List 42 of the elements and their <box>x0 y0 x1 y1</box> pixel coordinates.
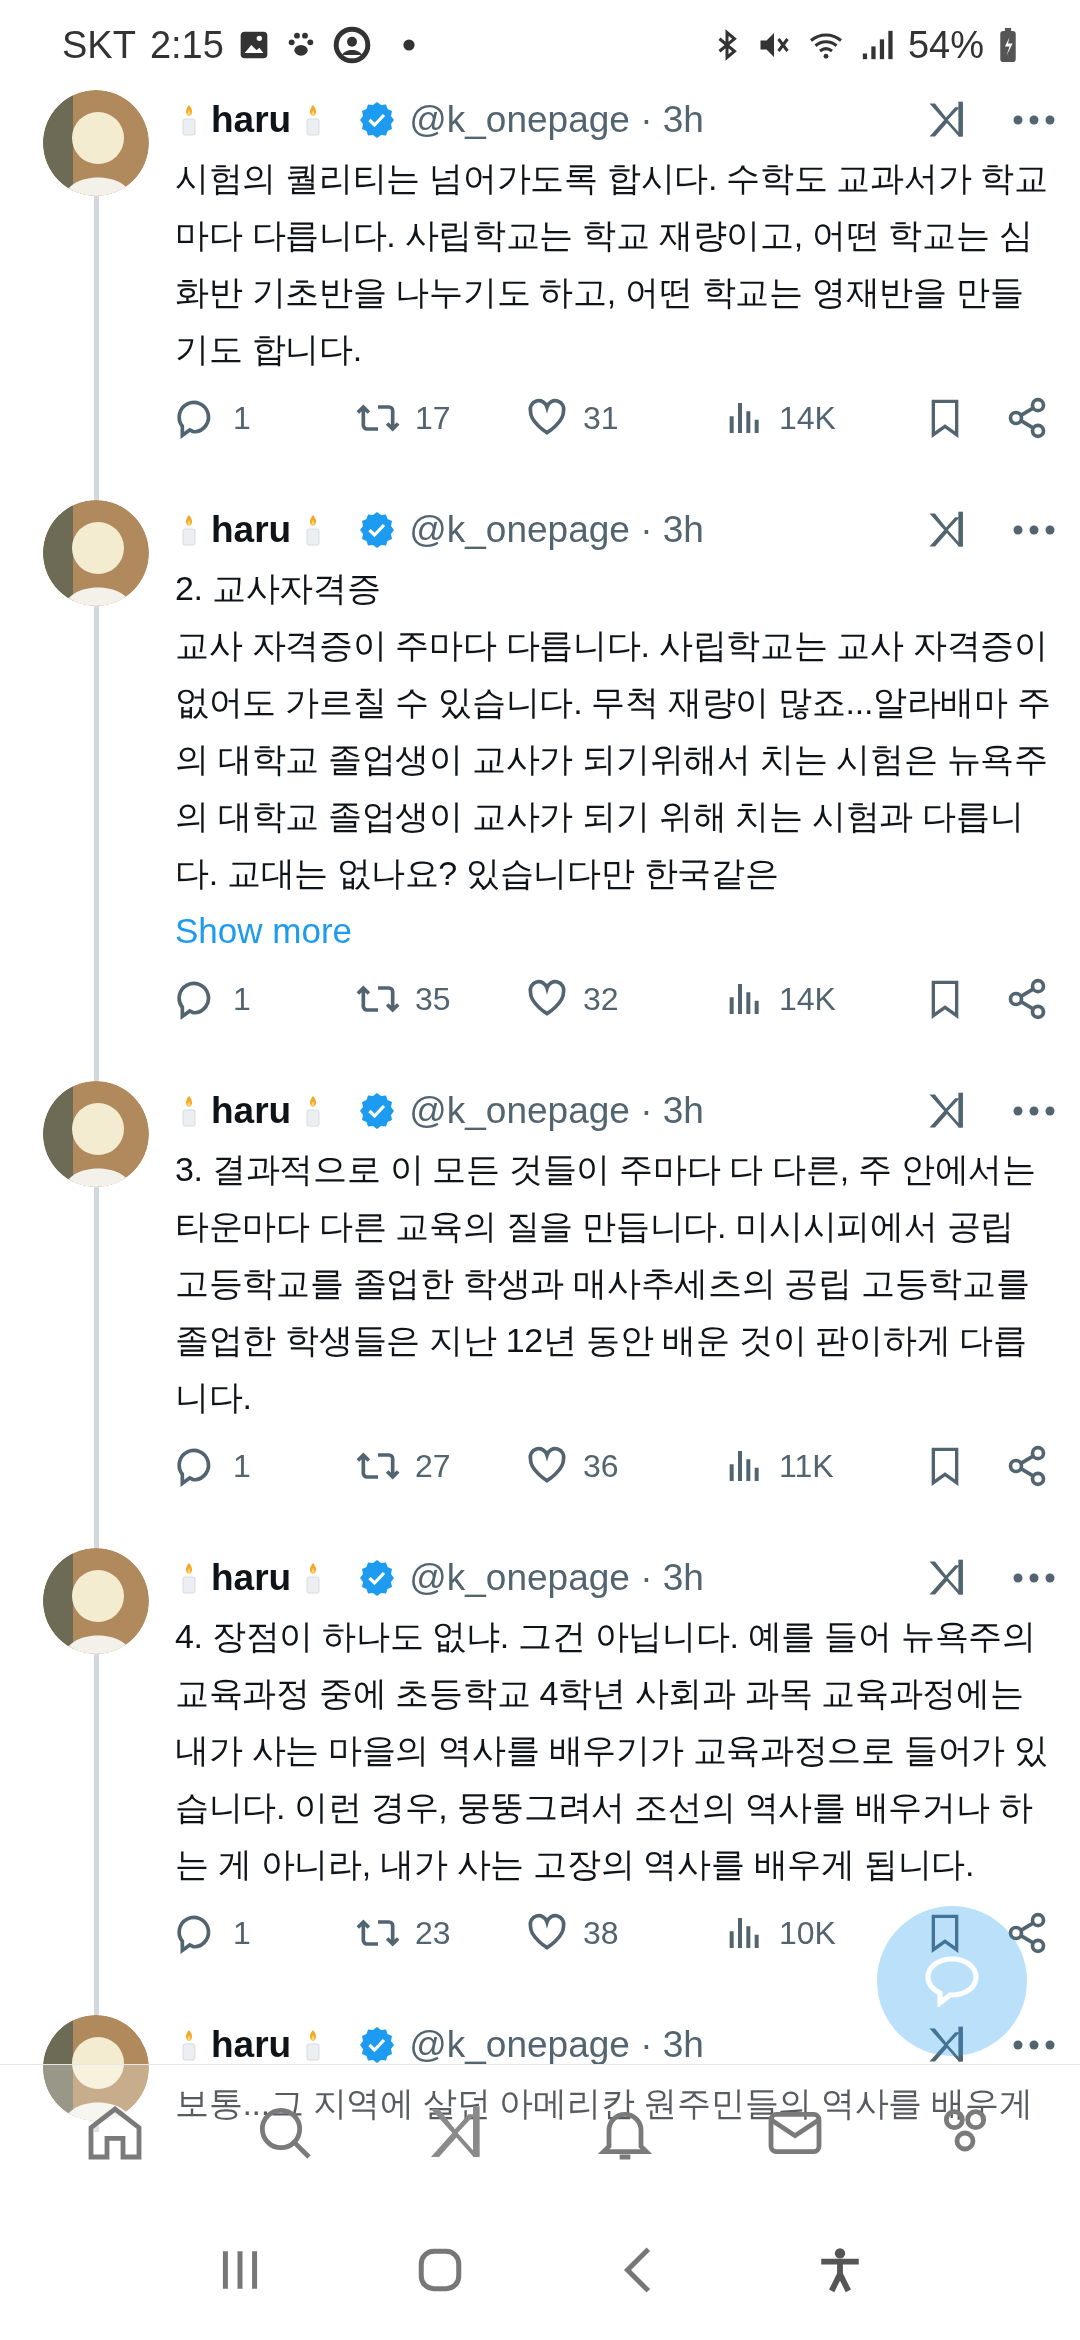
count-text: 1 <box>233 1447 251 1486</box>
tweet-text: 시험의 퀄리티는 넘어가도록 합시다. 수학도 교과서가 학교마다 다릅니다. 사립학교는 학교 재량이고, 어떤 학교는 심화반 기초반을 나누기도 하고, 어떤 학교는 영재반을 만들기도 합니다. <box>175 158 1049 370</box>
more-icon[interactable] <box>1012 114 1056 126</box>
more-icon[interactable] <box>1012 1105 1056 1117</box>
handle-time-text: @k_onepage · 3h <box>409 2023 704 2068</box>
more-icon[interactable] <box>1012 2039 1056 2051</box>
more-icon[interactable] <box>1012 1572 1056 1584</box>
author-name[interactable]: haru <box>211 1083 292 1139</box>
handle-time-text: @k_onepage · 3h <box>409 508 704 553</box>
count-text: 32 <box>583 980 619 1019</box>
more-icon[interactable] <box>1012 524 1056 536</box>
clock-text: 2:15 <box>149 22 224 68</box>
count-text: 23 <box>415 1914 451 1953</box>
count-text: 35 <box>415 980 451 1019</box>
count-text: 14K <box>779 980 836 1019</box>
tweet-text: 3. 결과적으로 이 모든 것들이 주마다 다 다른, 주 안에서는 타운마다 다른 교육의 질을 만듭니다. 미시시피에서 공립 고등학교를 졸업한 학생과 매사추세츠의 공립 고등학교를 졸업한 학생들은 지난 12년 동안 배운 것이 판이하게 다릅니다. <box>175 1149 1037 1418</box>
handle-time-text: @k_onepage · 3h <box>409 98 704 143</box>
handle-time-text: @k_onepage · 3h <box>409 1556 704 1601</box>
tweet-text: 4. 장점이 하나도 없냐. 그건 아닙니다. 예를 들어 뉴욕주의 교육과정 중에 초등학교 4학년 사회과 과목 교육과정에는 내가 사는 마을의 역사를 배우기가 교육과정으로 들어가 있습니다. 이런 경우, 뭉뚱그려서 조선의 역사를 배우거나 하는 게 아니라, 내가 사는 고장의 역사를 배우게 됩니다. <box>175 1616 1049 1885</box>
count-text: 1 <box>233 399 251 438</box>
count-text: 10K <box>779 1914 836 1953</box>
count-text: 38 <box>583 1914 619 1953</box>
circle-logo-icon <box>331 25 372 65</box>
count-text: 31 <box>583 399 619 438</box>
battery-icon <box>998 28 1018 62</box>
count-text: 27 <box>415 1447 451 1486</box>
count-text: 17 <box>415 399 451 438</box>
author-name[interactable]: haru <box>211 1550 292 1606</box>
speech-bubble-icon <box>924 1955 980 2007</box>
count-text: 14K <box>779 399 836 438</box>
carrier-text: SKT <box>62 22 136 68</box>
author-name[interactable]: haru <box>211 92 292 148</box>
dot-icon <box>401 38 416 52</box>
count-text: 1 <box>233 980 251 1019</box>
tweet-text: 2. 교사자격증 교사 자격증이 주마다 다릅니다. 사립학교는 교사 자격증이 없어도 가르칠 수 있습니다. 무척 재량이 많죠...알라배마 주의 대학교 졸업생이 교사가 되기위해서 치는 시험은 뉴욕주의 대학교 졸업생이 교사가 되기 위해 치는 시험과 다릅니다. 교대는 없나요? 있습니다만 한국같은 <box>175 568 1052 894</box>
author-name[interactable]: haru <box>211 502 292 558</box>
author-name[interactable]: haru <box>211 2017 292 2073</box>
battery-percent-text: 54% <box>907 22 984 68</box>
handle-time-text: @k_onepage · 3h <box>409 1089 704 1134</box>
count-text: 1 <box>233 1914 251 1953</box>
count-text: 11K <box>779 1447 834 1486</box>
count-text: 36 <box>583 1447 619 1486</box>
